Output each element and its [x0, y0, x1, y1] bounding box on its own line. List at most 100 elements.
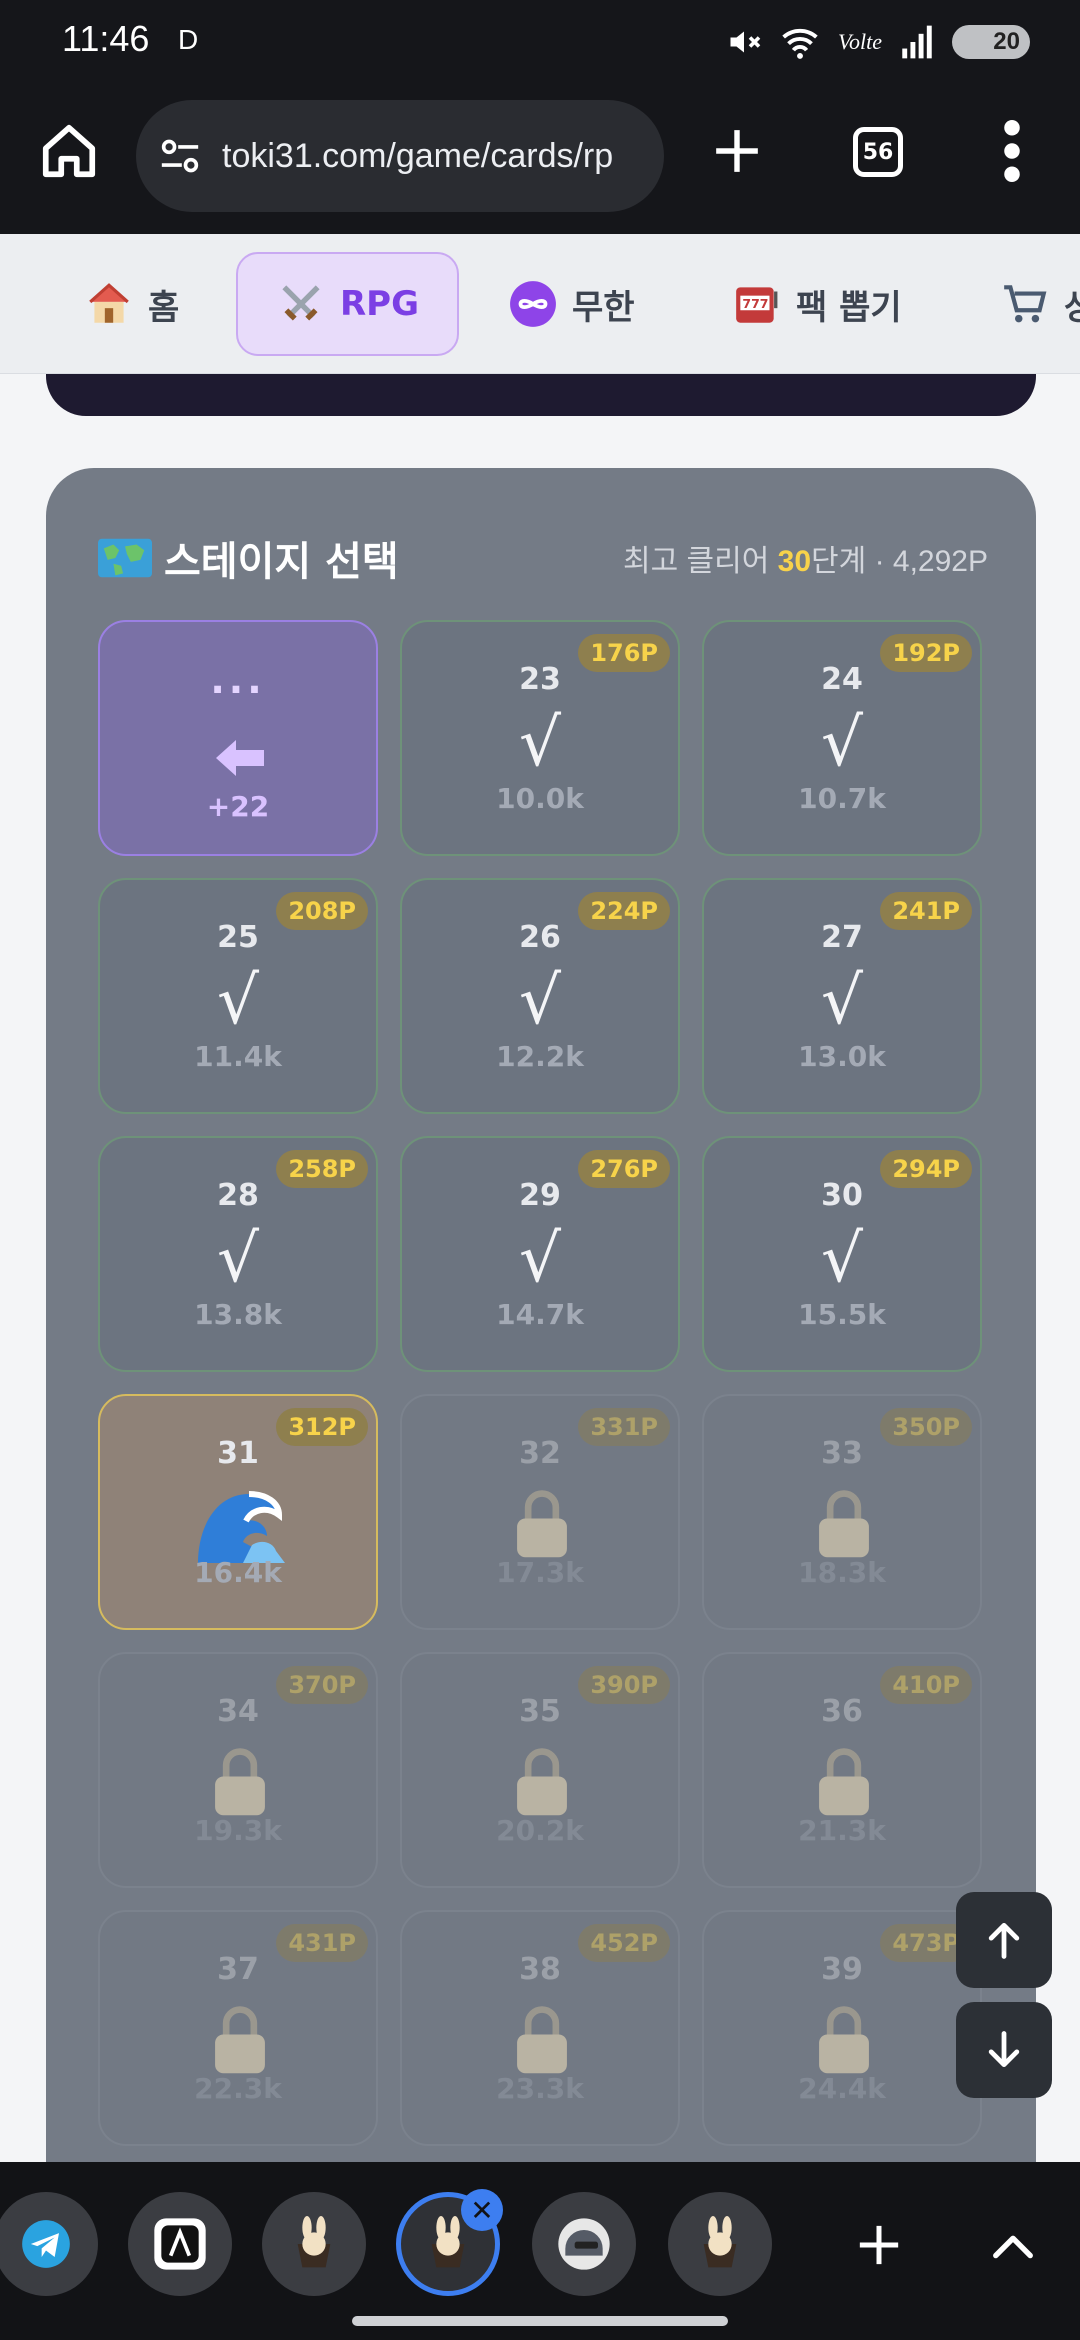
stage-cell-cleared[interactable]: 176P 23 √ 10.0k: [400, 620, 680, 856]
stage-cell-current[interactable]: 312P 31 16.4k: [98, 1394, 378, 1630]
stage-cell-cleared[interactable]: 224P 26 √ 12.2k: [400, 878, 680, 1114]
browser-tab-strip: ✕: [0, 2162, 1080, 2340]
lock-icon: [517, 2006, 567, 2074]
stage-grid: ... +22 176P 23 √ 10.0k 192P 24 √ 10.7k 208P 25 √ 1…: [98, 620, 982, 2146]
arrow-left-icon: [216, 740, 264, 776]
stage-number: 35: [519, 1694, 561, 1729]
stage-score: 20.2k: [496, 1814, 584, 1847]
address-bar[interactable]: toki31.com/game/cards/rp: [136, 100, 664, 212]
chevron-up-icon[interactable]: [990, 2226, 1036, 2266]
stage-score: 16.4k: [194, 1556, 282, 1589]
stage-cell-cleared[interactable]: 192P 24 √ 10.7k: [702, 620, 982, 856]
arrow-up-icon: [988, 1922, 1020, 1959]
volte-label: Volte: [838, 29, 882, 54]
house-icon: [89, 283, 129, 323]
stage-score: 10.7k: [798, 782, 886, 815]
home-icon[interactable]: [38, 120, 100, 182]
stage-score: 24.4k: [798, 2072, 886, 2105]
stage-cell-locked: 390P 35 20.2k: [400, 1652, 680, 1888]
lock-icon: [517, 1748, 567, 1816]
stage-cell-locked: 473P 39 24.4k: [702, 1910, 982, 2146]
stage-score: 19.3k: [194, 1814, 282, 1847]
tab-thumbnail[interactable]: [668, 2192, 772, 2296]
more-menu-icon[interactable]: [1000, 120, 1024, 182]
stage-panel-title-text: 스테이지 선택: [164, 539, 399, 585]
check-icon: √: [216, 1220, 260, 1297]
nav-rpg[interactable]: RPG: [236, 252, 460, 356]
nav-pack-draw[interactable]: 777 팩 뽑기: [732, 252, 902, 356]
stage-cell-cleared[interactable]: 294P 30 √ 15.5k: [702, 1136, 982, 1372]
site-settings-icon[interactable]: [158, 136, 202, 176]
stage-score: 23.3k: [496, 2072, 584, 2105]
status-icons: Volte 20: [726, 20, 1030, 64]
stage-score: 13.0k: [798, 1040, 886, 1073]
stage-score: 11.4k: [194, 1040, 282, 1073]
stage-cell-cleared[interactable]: 276P 29 √ 14.7k: [400, 1136, 680, 1372]
stage-number: 25: [217, 920, 259, 955]
stage-number: 31: [217, 1436, 259, 1471]
stage-number: 28: [217, 1178, 259, 1213]
stage-cell-cleared[interactable]: 208P 25 √ 11.4k: [98, 878, 378, 1114]
tab-thumbnail[interactable]: [532, 2192, 636, 2296]
scroll-top-button[interactable]: [956, 1892, 1052, 1988]
scroll-bottom-button[interactable]: [956, 2002, 1052, 2098]
lock-icon: [819, 1490, 869, 1558]
best-clear-info: 최고 클리어 30단계 · 4,292P: [623, 536, 988, 580]
slot-machine-icon: 777: [736, 287, 778, 323]
stage-cell-cleared[interactable]: 258P 28 √ 13.8k: [98, 1136, 378, 1372]
check-icon: √: [518, 962, 562, 1039]
stage-cell-locked: 410P 36 21.3k: [702, 1652, 982, 1888]
stage-number: 32: [519, 1436, 561, 1471]
stage-score: 21.3k: [798, 1814, 886, 1847]
helmet-icon: [558, 2218, 610, 2270]
nav-home[interactable]: 홈: [84, 252, 179, 356]
best-clear-unit: 단계 · 4,292P: [811, 545, 988, 578]
browser-toolbar: toki31.com/game/cards/rp 56: [0, 90, 1080, 234]
rabbit-icon: [297, 2216, 331, 2268]
battery-indicator: 20: [952, 25, 1030, 59]
new-tab-icon[interactable]: [712, 126, 762, 176]
stage-number: 33: [821, 1436, 863, 1471]
nav-pack-draw-label: 팩 뽑기: [796, 287, 902, 328]
stage-number: 34: [217, 1694, 259, 1729]
lock-icon: [819, 2006, 869, 2074]
stage-cell-locked: 452P 38 23.3k: [400, 1910, 680, 2146]
url-text: toki31.com/game/cards/rp: [222, 136, 614, 175]
lock-icon: [215, 1748, 265, 1816]
check-icon: √: [820, 962, 864, 1039]
stage-score: 18.3k: [798, 1556, 886, 1589]
app-icon: [154, 2218, 206, 2270]
best-clear-value: 30: [777, 545, 812, 578]
cart-icon: [1004, 285, 1047, 323]
best-clear-label: 최고 클리어: [622, 545, 770, 578]
previous-stages-button[interactable]: ... +22: [98, 620, 378, 856]
nav-shop[interactable]: 상: [1000, 252, 1080, 356]
battery-level: 20: [993, 28, 1020, 55]
stage-number: 24: [821, 662, 863, 697]
check-icon: √: [820, 1220, 864, 1297]
tab-thumbnail-active[interactable]: ✕: [396, 2189, 503, 2296]
tab-thumbnail[interactable]: [262, 2192, 366, 2296]
home-indicator[interactable]: [352, 2316, 728, 2326]
nav-infinite[interactable]: 무한: [508, 252, 635, 356]
stage-number: 27: [821, 920, 863, 955]
svg-text:777: 777: [742, 296, 768, 311]
tab-switcher-button[interactable]: 56: [853, 127, 903, 177]
check-icon: √: [820, 704, 864, 781]
stage-cell-cleared[interactable]: 241P 27 √ 13.0k: [702, 878, 982, 1114]
tab-thumbnail[interactable]: [128, 2192, 232, 2296]
check-icon: √: [216, 962, 260, 1039]
tab-thumbnail[interactable]: [0, 2192, 98, 2296]
stage-select-panel: 스테이지 선택 최고 클리어 30단계 · 4,292P ... +22 176…: [46, 468, 1036, 2162]
stage-number: 38: [519, 1952, 561, 1987]
previous-stages-dots: ...: [210, 658, 266, 702]
site-nav: 홈 RPG 무한 777 팩 뽑기 상: [0, 234, 1080, 374]
wifi-icon: [782, 28, 818, 59]
close-tab-button[interactable]: ✕: [461, 2189, 503, 2231]
stage-number: 39: [821, 1952, 863, 1987]
close-icon: ✕: [470, 2193, 494, 2227]
stage-score: 15.5k: [798, 1298, 886, 1331]
lock-icon: [819, 1748, 869, 1816]
add-tab-icon[interactable]: [856, 2222, 902, 2268]
previous-card: [46, 374, 1036, 416]
